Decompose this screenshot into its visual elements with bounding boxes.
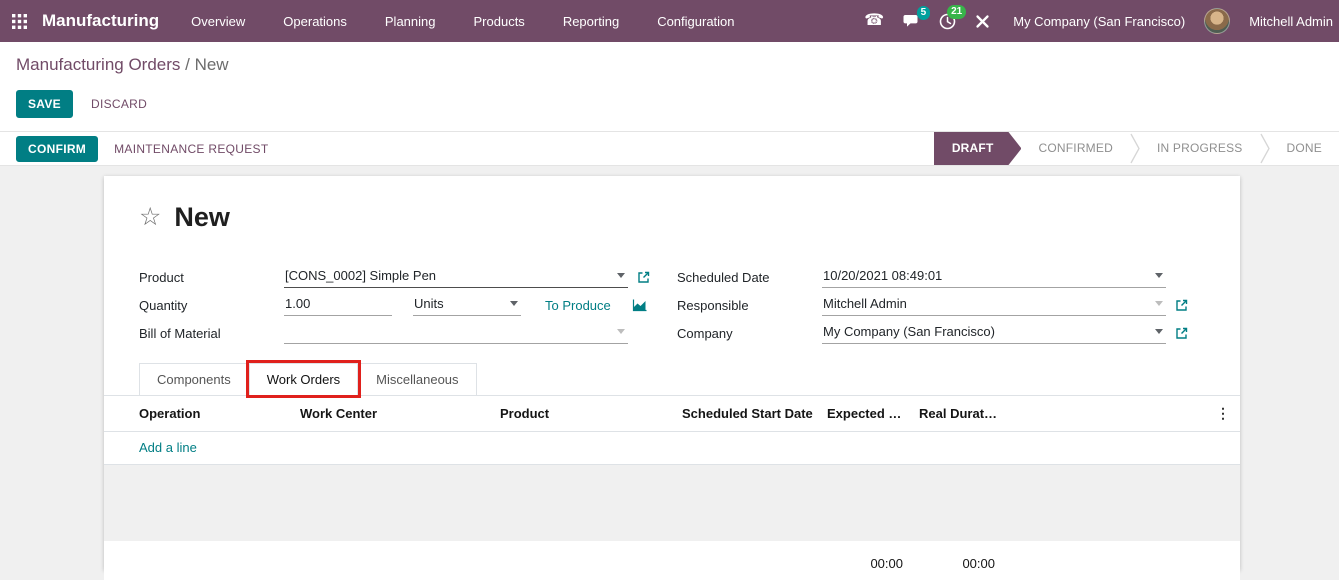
user-menu[interactable]: Mitchell Admin xyxy=(1249,14,1333,29)
col-operation[interactable]: Operation xyxy=(104,396,294,432)
company-label: Company xyxy=(677,326,822,341)
col-work-center[interactable]: Work Center xyxy=(294,396,494,432)
messages-badge: 5 xyxy=(917,6,931,20)
phone-icon[interactable]: ☎ xyxy=(864,13,884,29)
breadcrumb-separator: / xyxy=(180,55,194,74)
control-panel: Manufacturing Orders / New SAVE DISCARD xyxy=(0,42,1339,131)
bill-of-material-field[interactable] xyxy=(284,322,628,344)
activities-badge: 21 xyxy=(947,5,966,19)
nav-item-planning[interactable]: Planning xyxy=(383,10,438,33)
caret-down-icon[interactable] xyxy=(510,301,518,306)
scheduled-date-label: Scheduled Date xyxy=(677,270,822,285)
responsible-label: Responsible xyxy=(677,298,822,313)
systray: ☎ 5 21 My Company (San Francisco) Mitche… xyxy=(864,8,1333,34)
apps-grid-icon xyxy=(12,14,27,29)
form-fields: Product [CONS_0002] Simple Pen xyxy=(139,263,1205,347)
confirm-button[interactable]: CONFIRM xyxy=(16,136,98,162)
tools-button[interactable] xyxy=(975,14,990,29)
table-header-row: Operation Work Center Product Scheduled … xyxy=(104,396,1240,432)
phone-glyph: ☎ xyxy=(864,13,884,29)
bill-of-material-label: Bill of Material xyxy=(139,326,284,341)
scheduled-date-value: 10/20/2021 08:49:01 xyxy=(823,268,942,283)
add-a-line-link[interactable]: Add a line xyxy=(139,440,197,455)
responsible-field[interactable]: Mitchell Admin xyxy=(822,294,1166,316)
caret-down-icon[interactable] xyxy=(617,273,625,278)
company-field[interactable]: My Company (San Francisco) xyxy=(822,322,1166,344)
col-expected-duration[interactable]: Expected … xyxy=(821,396,913,432)
product-label: Product xyxy=(139,270,284,285)
responsible-value: Mitchell Admin xyxy=(823,296,907,311)
product-field[interactable]: [CONS_0002] Simple Pen xyxy=(284,266,628,288)
notebook-tabs: Components Work Orders Miscellaneous xyxy=(104,363,1240,396)
nav-item-reporting[interactable]: Reporting xyxy=(561,10,621,33)
top-navbar: Manufacturing Overview Operations Planni… xyxy=(0,0,1339,42)
breadcrumb-current: New xyxy=(195,55,229,74)
nav-item-products[interactable]: Products xyxy=(472,10,527,33)
stage-draft[interactable]: DRAFT xyxy=(934,132,1022,165)
company-external-link-icon[interactable] xyxy=(1175,327,1188,340)
favorite-star-icon[interactable]: ☆ xyxy=(139,205,161,230)
stage-in-progress[interactable]: IN PROGRESS xyxy=(1140,132,1260,165)
forecast-chart-icon[interactable] xyxy=(632,298,648,312)
record-title: New xyxy=(174,202,230,233)
uom-select[interactable]: Units xyxy=(413,294,521,316)
column-options-icon[interactable]: ⋮ xyxy=(1005,396,1240,432)
manufacturing-order-form: ☆ New Product [CONS_0002] Simple Pen xyxy=(104,176,1240,570)
totals-row: 00:00 00:00 xyxy=(104,541,1240,586)
main-menu: Overview Operations Planning Products Re… xyxy=(189,10,736,33)
stage-separator-icon xyxy=(1130,132,1140,165)
app-name[interactable]: Manufacturing xyxy=(42,11,159,31)
content-area: ☆ New Product [CONS_0002] Simple Pen xyxy=(0,166,1339,580)
scheduled-date-field[interactable]: 10/20/2021 08:49:01 xyxy=(822,266,1166,288)
company-switcher[interactable]: My Company (San Francisco) xyxy=(1013,14,1185,29)
discard-button[interactable]: DISCARD xyxy=(89,91,149,117)
stage-confirmed[interactable]: CONFIRMED xyxy=(1021,132,1129,165)
real-duration-total: 00:00 xyxy=(913,541,1005,586)
company-value: My Company (San Francisco) xyxy=(823,324,995,339)
statusbar: CONFIRM MAINTENANCE REQUEST DRAFT CONFIR… xyxy=(0,131,1339,166)
col-scheduled-start-date[interactable]: Scheduled Start Date xyxy=(676,396,821,432)
apps-menu-button[interactable] xyxy=(0,0,38,42)
expected-duration-total: 00:00 xyxy=(821,541,913,586)
stage-separator-icon xyxy=(1260,132,1270,165)
caret-down-icon[interactable] xyxy=(1155,273,1163,278)
quantity-label: Quantity xyxy=(139,298,284,313)
save-button[interactable]: SAVE xyxy=(16,90,73,118)
stage-pipeline: DRAFT CONFIRMED IN PROGRESS DONE xyxy=(934,132,1339,165)
product-external-link-icon[interactable] xyxy=(637,271,650,284)
nav-item-operations[interactable]: Operations xyxy=(281,10,349,33)
col-product[interactable]: Product xyxy=(494,396,676,432)
to-produce-link[interactable]: To Produce xyxy=(545,298,611,313)
product-value: [CONS_0002] Simple Pen xyxy=(285,268,436,283)
uom-value: Units xyxy=(414,296,444,311)
caret-down-icon[interactable] xyxy=(1155,329,1163,334)
form-buttons: SAVE DISCARD xyxy=(16,90,1323,131)
empty-list-area xyxy=(104,465,1240,541)
nav-item-overview[interactable]: Overview xyxy=(189,10,247,33)
quantity-value: 1.00 xyxy=(285,296,310,311)
messages-button[interactable]: 5 xyxy=(903,14,920,29)
tab-miscellaneous[interactable]: Miscellaneous xyxy=(358,363,476,395)
stage-done[interactable]: DONE xyxy=(1270,132,1339,165)
activities-button[interactable]: 21 xyxy=(939,13,956,30)
maintenance-request-button[interactable]: MAINTENANCE REQUEST xyxy=(112,136,270,162)
responsible-external-link-icon[interactable] xyxy=(1175,299,1188,312)
work-orders-table: Operation Work Center Product Scheduled … xyxy=(104,396,1240,586)
breadcrumb: Manufacturing Orders / New xyxy=(16,55,1323,75)
col-real-duration[interactable]: Real Durati… xyxy=(913,396,1005,432)
tab-components[interactable]: Components xyxy=(139,363,249,395)
tab-work-orders[interactable]: Work Orders xyxy=(249,363,358,395)
add-line-row: Add a line xyxy=(104,432,1240,465)
tools-icon xyxy=(975,14,990,29)
avatar[interactable] xyxy=(1204,8,1230,34)
caret-down-icon[interactable] xyxy=(1155,301,1163,306)
nav-item-configuration[interactable]: Configuration xyxy=(655,10,736,33)
caret-down-icon[interactable] xyxy=(617,329,625,334)
breadcrumb-parent[interactable]: Manufacturing Orders xyxy=(16,55,180,74)
quantity-field[interactable]: 1.00 xyxy=(284,294,392,316)
